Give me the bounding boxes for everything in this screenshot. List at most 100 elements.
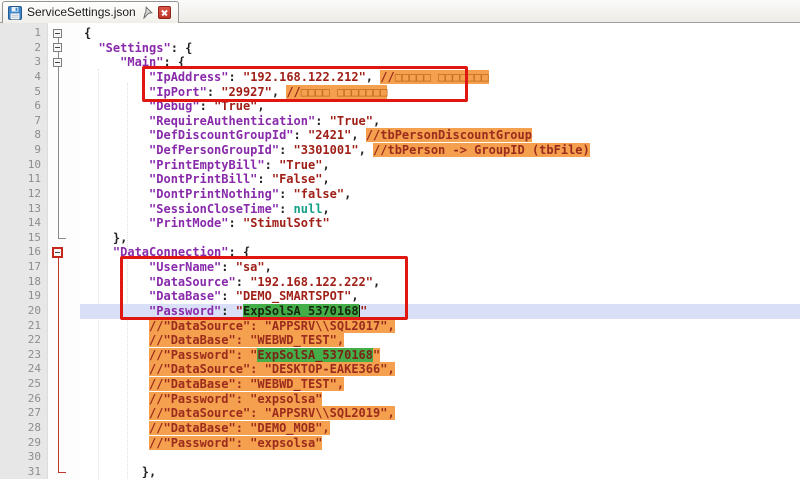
code-token: "DefDiscountGroupId" <box>149 128 294 142</box>
line-number: 27 <box>1 406 41 421</box>
code-token: : <box>279 143 293 157</box>
tab-servicesettings[interactable]: ServiceSettings.json <box>2 1 179 23</box>
code-line[interactable] <box>80 450 800 465</box>
code-token: : <box>221 304 235 318</box>
code-line[interactable]: "DataBase": "DEMO_SMARTSPOT", <box>80 289 800 304</box>
code-token: "29927" <box>221 85 272 99</box>
code-line[interactable]: //"DataSource": "DESKTOP-EAKE366", <box>80 362 800 377</box>
line-number: 3 <box>1 55 41 70</box>
code-token: : <box>221 289 235 303</box>
code-token: , <box>351 289 358 303</box>
line-number: 8 <box>1 128 41 143</box>
fold-collapse-icon[interactable] <box>53 29 62 38</box>
code-token: , <box>359 143 373 157</box>
code-token: , <box>265 260 272 274</box>
code-line[interactable]: "DontPrintNothing": "false", <box>80 187 800 202</box>
code-line[interactable]: "SessionCloseTime": null, <box>80 202 800 217</box>
code-line[interactable]: //"Password": "ExpSolSA_5370168" <box>80 348 800 363</box>
code-line[interactable]: }, <box>80 231 800 246</box>
code-line[interactable]: //"DataSource": "APPSRV\\SQL2017", <box>80 319 800 334</box>
code-line[interactable]: "DontPrintBill": "False", <box>80 172 800 187</box>
code-line[interactable]: "PrintEmptyBill": "True", <box>80 158 800 173</box>
fold-collapse-icon[interactable] <box>52 247 63 258</box>
code-line[interactable]: "Settings": { <box>80 41 800 56</box>
code-area[interactable]: { "Settings": { "Main": { "IpAddress": "… <box>80 26 800 479</box>
code-token: , <box>373 275 380 289</box>
line-number: 14 <box>1 216 41 231</box>
code-line[interactable]: "Password": "ExpSolSA_5370168" <box>80 304 800 319</box>
code-token: , <box>322 202 329 216</box>
code-token: : { <box>171 41 193 55</box>
fold-collapse-icon[interactable] <box>53 43 62 52</box>
line-number: 2 <box>1 41 41 56</box>
code-token: "2421" <box>308 128 351 142</box>
code-line[interactable]: "DataSource": "192.168.122.222", <box>80 275 800 290</box>
code-token: " <box>236 304 243 318</box>
code-token: : <box>265 158 279 172</box>
code-token: "192.168.122.222" <box>250 275 373 289</box>
code-token: //tbPerson -> GroupID (tbFile) <box>373 143 590 157</box>
code-token: ExpSolSA_5370168 <box>257 348 373 362</box>
code-token: "DEMO_SMARTSPOT" <box>236 289 352 303</box>
code-token: : { <box>229 245 251 259</box>
code-line[interactable]: "IpAddress": "192.168.122.212", //□□□□□ … <box>80 70 800 85</box>
line-number: 22 <box>1 333 41 348</box>
code-token: "SessionCloseTime" <box>149 202 279 216</box>
tab-bar: ServiceSettings.json <box>0 0 800 23</box>
code-line[interactable]: "Debug": "True", <box>80 99 800 114</box>
code-token: "Main" <box>120 55 163 69</box>
code-line[interactable]: //"DataBase": "DEMO_MOB", <box>80 421 800 436</box>
code-line[interactable]: //"DataSource": "APPSRV\\SQL2019", <box>80 406 800 421</box>
code-token: : <box>257 172 271 186</box>
line-number: 31 <box>1 465 41 479</box>
code-token: " <box>373 348 380 362</box>
code-token: //"Password": "expsolsa" <box>149 392 322 406</box>
code-line[interactable]: //"DataBase": "WEBWD_TEST", <box>80 377 800 392</box>
code-token: // <box>380 70 394 84</box>
code-token: , <box>322 172 329 186</box>
code-line[interactable]: "Main": { <box>80 55 800 70</box>
line-number: 15 <box>1 231 41 246</box>
code-token: "false" <box>294 187 345 201</box>
code-token: : <box>207 85 221 99</box>
code-token: : <box>221 260 235 274</box>
pin-icon[interactable] <box>141 6 153 19</box>
code-token: "True" <box>214 99 257 113</box>
code-token: "StimulSoft" <box>243 216 330 230</box>
code-line[interactable]: "PrintMode": "StimulSoft" <box>80 216 800 231</box>
save-icon <box>8 6 22 20</box>
code-token: //"Password": "expsolsa" <box>149 436 322 450</box>
code-token: }, <box>142 465 156 479</box>
code-line[interactable]: "UserName": "sa", <box>80 260 800 275</box>
code-line[interactable]: "DefPersonGroupId": "3301001", //tbPerso… <box>80 143 800 158</box>
code-line[interactable]: "DataConnection": { <box>80 245 800 260</box>
close-icon[interactable] <box>158 6 171 19</box>
editor-area[interactable]: 1234567891011121314151617181920212223242… <box>0 23 800 479</box>
code-token: " <box>360 304 367 318</box>
code-token: "DontPrintBill" <box>149 172 257 186</box>
code-token: : <box>229 216 243 230</box>
line-number: 7 <box>1 114 41 129</box>
code-line[interactable]: //"Password": "expsolsa" <box>80 436 800 451</box>
code-token: , <box>373 114 380 128</box>
code-line[interactable]: "DefDiscountGroupId": "2421", //tbPerson… <box>80 128 800 143</box>
line-number: 13 <box>1 202 41 217</box>
code-token: , <box>322 158 329 172</box>
code-token: "UserName" <box>149 260 221 274</box>
code-token: "DataBase" <box>149 289 221 303</box>
code-line[interactable]: //"DataBase": "WEBWD_TEST", <box>80 333 800 348</box>
line-number: 21 <box>1 319 41 334</box>
code-line[interactable]: "IpPort": "29927", //□□□□ □□□□□□□ <box>80 85 800 100</box>
line-number: 20 <box>1 304 41 319</box>
code-line[interactable]: //"Password": "expsolsa" <box>80 392 800 407</box>
line-number: 11 <box>1 172 41 187</box>
fold-collapse-icon[interactable] <box>53 58 62 67</box>
code-line[interactable]: }, <box>80 465 800 479</box>
code-line[interactable]: { <box>80 26 800 41</box>
code-token: "DontPrintNothing" <box>149 187 279 201</box>
code-token: "DataConnection" <box>113 245 229 259</box>
code-line[interactable]: "RequireAuthentication": "True", <box>80 114 800 129</box>
line-number: 4 <box>1 70 41 85</box>
line-number: 25 <box>1 377 41 392</box>
code-token: "DataSource" <box>149 275 236 289</box>
